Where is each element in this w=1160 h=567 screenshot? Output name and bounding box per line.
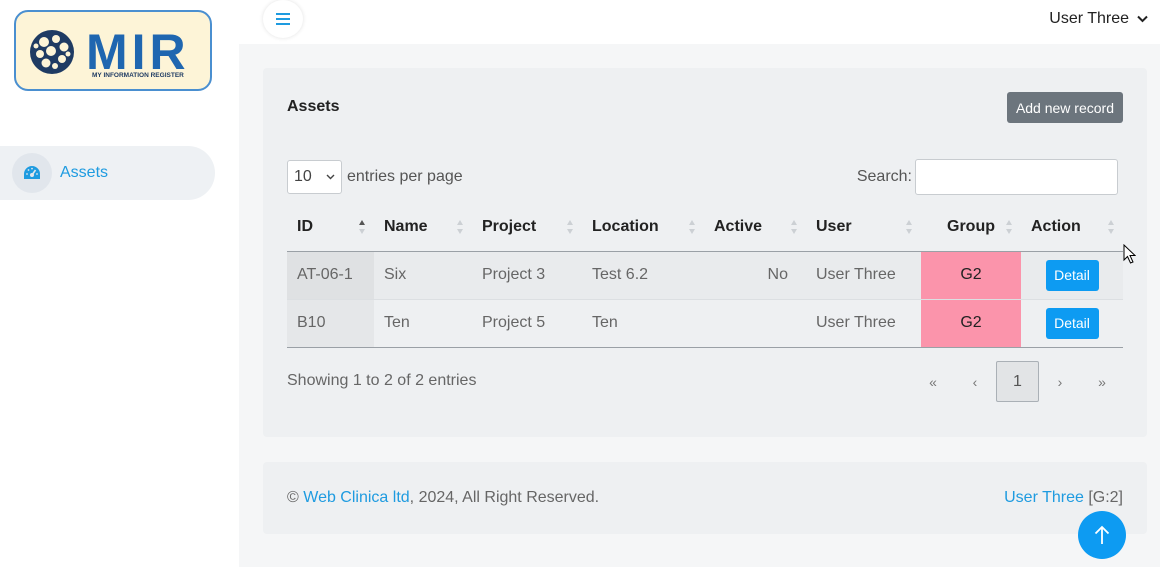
copyright-symbol: © (287, 489, 299, 506)
cell-project: Project 5 (472, 299, 582, 348)
hamburger-icon (276, 13, 290, 25)
assets-table: ID Name Project Location Active User Gro… (287, 203, 1123, 348)
add-record-button[interactable]: Add new record (1006, 92, 1123, 123)
previous-page-button[interactable]: ‹ (954, 361, 996, 402)
chevron-down-icon (326, 174, 335, 180)
menu-toggle-button[interactable] (263, 0, 303, 38)
search-label: Search: (856, 168, 912, 185)
detail-button[interactable]: Detail (1045, 259, 1099, 291)
page-title: Assets (287, 98, 340, 115)
company-link[interactable]: Web Clinica ltd (303, 489, 409, 506)
cell-user: User Three (806, 251, 921, 300)
cell-active: No (704, 251, 806, 300)
column-header-group[interactable]: Group (921, 203, 1021, 252)
sort-icon (906, 220, 912, 234)
footer-user-link[interactable]: User Three (1004, 489, 1084, 506)
assets-card: Assets Add new record 10 entries per pag… (263, 68, 1147, 437)
per-page-select[interactable]: 10 (287, 160, 342, 194)
entries-per-page: 10 entries per page (287, 160, 463, 194)
cell-active (704, 299, 806, 348)
first-page-button[interactable]: « (912, 361, 954, 402)
cell-user: User Three (806, 299, 921, 348)
column-header-active[interactable]: Active (704, 203, 806, 252)
arrow-up-icon (1094, 525, 1110, 544)
pagination: « ‹ 1 › » (912, 361, 1123, 402)
chevron-down-icon (1137, 15, 1148, 23)
per-page-label: entries per page (347, 168, 463, 185)
sidebar-item-label: Assets (60, 164, 109, 181)
search-box: Search: (857, 159, 1118, 195)
user-name: User Three (1049, 10, 1129, 27)
footer: © Web Clinica ltd, 2024, All Right Reser… (263, 462, 1147, 534)
sort-icon (689, 220, 695, 234)
sort-icon (1006, 220, 1012, 234)
table-info: Showing 1 to 2 of 2 entries (287, 372, 477, 389)
table-row: B10 Ten Project 5 Ten User Three G2 Deta… (287, 299, 1123, 348)
table-header-row: ID Name Project Location Active User Gro… (287, 203, 1123, 252)
sort-icon (457, 220, 463, 234)
logo-bubbles-icon (30, 30, 74, 74)
cell-group: G2 (921, 299, 1021, 348)
column-header-user[interactable]: User (806, 203, 921, 252)
app-logo[interactable]: MIR MY INFORMATION REGISTER (14, 10, 212, 91)
column-header-id[interactable]: ID (287, 203, 374, 252)
group-tag: [G:2] (1088, 489, 1123, 506)
mouse-cursor-icon (1123, 244, 1136, 264)
sidebar: MIR MY INFORMATION REGISTER Assets (0, 0, 239, 567)
logo-tagline: MY INFORMATION REGISTER (92, 72, 184, 79)
column-header-location[interactable]: Location (582, 203, 704, 252)
per-page-value: 10 (294, 168, 312, 185)
footer-copyright: © Web Clinica ltd, 2024, All Right Reser… (287, 489, 599, 507)
column-header-name[interactable]: Name (374, 203, 472, 252)
column-header-action[interactable]: Action (1021, 203, 1123, 252)
sort-icon (1108, 220, 1114, 234)
user-menu-dropdown[interactable]: User Three (1049, 10, 1148, 28)
sort-icon (567, 220, 573, 234)
cell-name: Six (374, 251, 472, 300)
sort-ascending-icon (359, 220, 365, 234)
cell-id: B10 (287, 299, 374, 348)
scroll-to-top-button[interactable] (1078, 511, 1126, 559)
footer-user: User Three [G:2] (1004, 489, 1123, 507)
page-1-button[interactable]: 1 (996, 361, 1039, 402)
table-row: AT-06-1 Six Project 3 Test 6.2 No User T… (287, 251, 1123, 300)
copyright-text: , 2024, All Right Reserved. (409, 489, 600, 506)
detail-button[interactable]: Detail (1045, 307, 1099, 339)
cell-project: Project 3 (472, 251, 582, 300)
next-page-button[interactable]: › (1039, 361, 1081, 402)
cell-action: Detail (1021, 299, 1123, 348)
search-input[interactable] (915, 159, 1118, 195)
sort-icon (791, 220, 797, 234)
last-page-button[interactable]: » (1081, 361, 1123, 402)
cell-location: Ten (582, 299, 704, 348)
cell-location: Test 6.2 (582, 251, 704, 300)
cell-group: G2 (921, 251, 1021, 300)
sidebar-item-assets[interactable]: Assets (0, 146, 215, 200)
topbar: User Three (239, 0, 1160, 44)
column-header-project[interactable]: Project (472, 203, 582, 252)
cell-id: AT-06-1 (287, 251, 374, 300)
cell-name: Ten (374, 299, 472, 348)
dashboard-gauge-icon (12, 153, 52, 193)
cell-action: Detail (1021, 251, 1123, 300)
